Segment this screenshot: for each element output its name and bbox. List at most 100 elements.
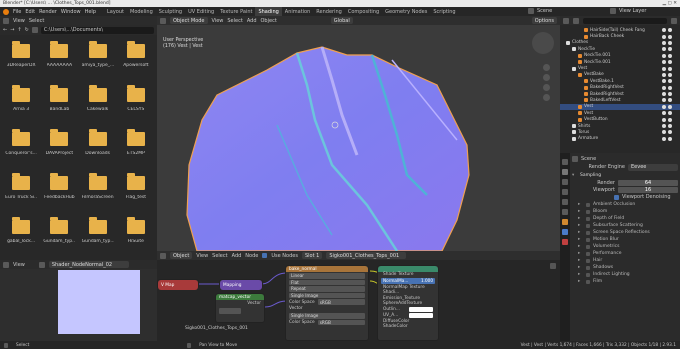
menu-edit[interactable]: Edit [25,9,35,15]
visibility-toggles[interactable] [662,85,676,90]
camera-icon[interactable] [668,124,672,129]
camera-icon[interactable] [668,79,672,84]
visibility-toggles[interactable] [662,130,676,135]
vmap-node[interactable]: V Map [157,279,199,290]
eye-icon[interactable] [662,28,666,33]
scene-selector[interactable]: Scene [528,8,552,14]
interpolation-dropdown[interactable]: Linear [289,273,365,279]
folder-item[interactable]: Cakewalk [83,85,113,119]
properties-section[interactable]: ▸ Film [572,278,678,285]
vest-mesh[interactable] [157,25,560,251]
visibility-toggles[interactable] [662,66,676,71]
properties-section[interactable]: ▸ Ambient Occlusion [572,201,678,208]
folder-item[interactable]: amiya_type_... [82,41,114,75]
visibility-toggles[interactable] [662,92,676,97]
new-folder-icon[interactable] [31,27,38,33]
outliner-search-input[interactable] [583,17,667,24]
menu-file[interactable]: File [13,9,21,15]
view-layer-selector[interactable]: View Layer [610,8,646,14]
tab-rendering[interactable]: Rendering [313,7,345,16]
navigation-gizmo[interactable] [532,32,554,54]
viewport-view-menu[interactable]: View [212,18,224,24]
folder-item[interactable]: CELSYS [121,85,151,119]
node-sidebar-toggle-icon[interactable] [550,263,556,269]
properties-section[interactable]: ▸ Performance [572,250,678,257]
section-checkbox[interactable] [586,279,590,284]
section-checkbox[interactable] [586,244,590,249]
viewport-add-menu[interactable]: Add [247,18,257,24]
tab-animation[interactable]: Animation [282,7,314,16]
section-checkbox[interactable] [586,237,590,242]
outliner-item[interactable]: Armature [560,136,680,142]
render-samples-field[interactable]: 64 [618,179,678,186]
tab-scripting[interactable]: Scripting [430,7,458,16]
window-controls[interactable]: ▁ ▢ ✕ [663,1,677,6]
camera-icon[interactable] [668,34,672,39]
projection-dropdown[interactable]: Flat [289,279,365,285]
camera-icon[interactable] [668,60,672,65]
visibility-toggles[interactable] [662,111,676,116]
scene-tab-icon[interactable] [562,199,568,205]
camera-icon[interactable] [668,28,672,33]
viewport-editor-icon[interactable] [160,17,166,24]
ortho-toggle-icon[interactable] [543,94,550,101]
section-checkbox[interactable] [586,230,590,235]
matcap-vector-node[interactable]: matcap_vector Vector [215,293,265,323]
camera-icon[interactable] [668,111,672,116]
mode-dropdown[interactable]: Object Mode [170,17,208,24]
folder-item[interactable]: HiSuite [121,217,151,251]
section-checkbox[interactable] [586,216,590,221]
color-space-dropdown[interactable]: sRGB [317,299,365,305]
folder-item[interactable]: BandLab [44,85,74,119]
tool-tab-icon[interactable] [562,159,568,165]
orientation-dropdown[interactable]: Global [330,17,353,24]
viewport-samples-field[interactable]: 16 [618,186,678,193]
tab-modeling[interactable]: Modeling [127,7,156,16]
camera-icon[interactable] [668,66,672,71]
visibility-toggles[interactable] [662,28,676,33]
camera-icon[interactable] [668,136,672,141]
view-layer-tab-icon[interactable] [562,189,568,195]
folder-item[interactable]: DAVAProject [44,129,74,163]
visibility-toggles[interactable] [662,98,676,103]
viewport-select-menu[interactable]: Select [227,18,242,24]
eye-icon[interactable] [662,40,666,45]
properties-section[interactable]: ▸ Bloom [572,208,678,215]
folder-item[interactable]: Flag_test [121,173,151,207]
visibility-toggles[interactable] [662,104,676,109]
tab-shading[interactable]: Shading [255,7,282,16]
display-mode-icon[interactable] [573,17,579,24]
mapping-node[interactable]: Mapping [219,279,263,290]
tab-compositing[interactable]: Compositing [345,7,382,16]
file-select-menu[interactable]: Select [29,18,44,24]
camera-icon[interactable] [668,98,672,103]
pan-icon[interactable] [543,74,550,81]
world-tab-icon[interactable] [562,209,568,215]
menu-help[interactable]: Help [85,9,96,15]
camera-icon[interactable] [668,92,672,97]
image-browse-icon[interactable] [38,261,45,268]
eye-icon[interactable] [662,104,666,109]
normal-strength-slider[interactable]: NormalMa... 1.000 [381,278,435,284]
visibility-toggles[interactable] [662,53,676,58]
uva-color-swatch[interactable] [409,313,433,318]
folder-item[interactable]: 3DReaperDX [6,41,36,75]
outliner-editor-icon[interactable] [563,17,569,24]
menu-render[interactable]: Render [39,9,57,15]
zoom-icon[interactable] [543,64,550,71]
source-dropdown[interactable]: Single Image [289,292,365,298]
forward-icon[interactable]: → [10,27,14,33]
tab-layout[interactable]: Layout [104,7,127,16]
visibility-toggles[interactable] [662,72,676,77]
folder-item[interactable]: AAAAAAAA [44,41,74,75]
visibility-toggles[interactable] [662,34,676,39]
camera-icon[interactable] [668,53,672,58]
visibility-toggles[interactable] [662,117,676,122]
section-checkbox[interactable] [586,209,590,214]
color-space-dropdown-2[interactable]: sRGB [317,319,365,326]
folder-item[interactable]: ETS2MP [121,129,151,163]
folder-item[interactable]: Conqueror's... [5,129,37,163]
image-editor-icon[interactable] [3,261,9,268]
extension-dropdown[interactable]: Repeat [289,286,365,292]
properties-section[interactable]: ▸ Motion Blur [572,236,678,243]
